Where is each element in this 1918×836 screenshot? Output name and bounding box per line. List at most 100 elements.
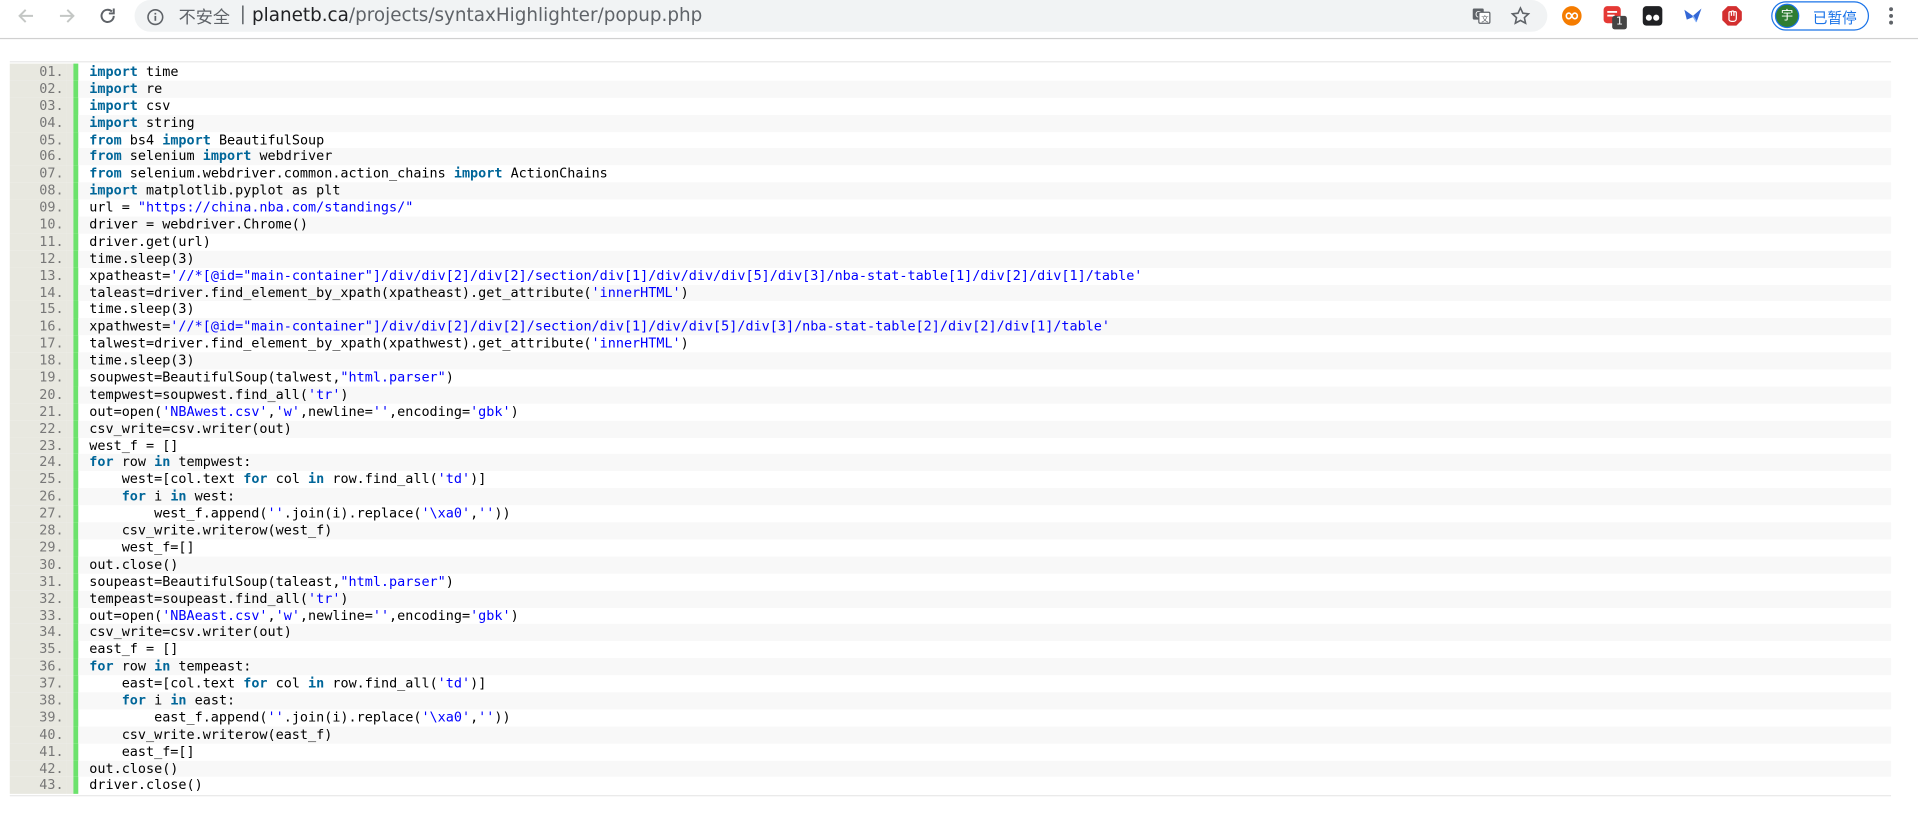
gutter-spacer (66, 726, 74, 744)
gutter-spacer (66, 318, 74, 336)
code-line: 17. talwest=driver.find_element_by_xpath(… (9, 335, 1891, 353)
plain-token: i (146, 488, 171, 505)
code-line: 28. csv_write.writerow(west_f) (9, 522, 1892, 540)
string-token: '' (478, 709, 495, 726)
plain-token: row.find_all( (324, 471, 438, 488)
plain-token: ,newline= (299, 607, 373, 624)
gutter-spacer (66, 80, 74, 98)
code-text: east_f = [] (78, 641, 1891, 658)
string-token: '' (267, 505, 284, 522)
code-text: for i in east: (78, 692, 1892, 710)
string-token: '' (372, 607, 390, 624)
line-number: 03. (9, 97, 67, 115)
string-token: 'td' (437, 471, 471, 488)
infinity-extension-icon[interactable] (1561, 5, 1583, 27)
code-text: import matplotlib.pyplot as plt (78, 182, 1892, 200)
kebab-menu-icon[interactable] (1881, 5, 1901, 27)
gutter-spacer (66, 471, 74, 489)
code-line: 36. for row in tempeast: (9, 658, 1892, 676)
string-token: 'tr' (308, 590, 341, 607)
keyword-token: for (121, 692, 147, 709)
code-text: time.sleep(3) (78, 250, 1892, 268)
code-line: 01. import time (9, 63, 1891, 81)
plain-token: ActionChains (502, 165, 608, 182)
url-text[interactable]: planetb.ca/projects/syntaxHighlighter/po… (252, 4, 702, 26)
string-token: 'NBAeast.csv' (162, 607, 268, 624)
line-number: 43. (9, 777, 67, 795)
gutter-spacer (66, 352, 74, 370)
bookmark-star-icon[interactable] (1509, 5, 1531, 27)
code-text: import re (78, 80, 1892, 98)
plain-token: driver.close() (89, 777, 203, 794)
gutter-spacer (66, 556, 74, 574)
red-extension-icon[interactable]: 1 (1602, 5, 1627, 30)
reload-button[interactable] (93, 2, 122, 29)
plain-token: .join(i).replace( (283, 505, 422, 522)
code-line: 30. out.close() (9, 556, 1892, 574)
adblock-icon[interactable] (1721, 5, 1743, 27)
code-line: 31. soupeast=BeautifulSoup(taleast,"html.… (9, 573, 1891, 591)
line-number: 41. (9, 743, 67, 761)
keyword-token: import (453, 165, 503, 182)
line-number: 23. (9, 437, 67, 455)
code-line: 43. driver.close() (9, 777, 1891, 795)
tampermonkey-icon[interactable] (1642, 5, 1664, 27)
code-text: csv_write=csv.writer(out) (78, 624, 1892, 642)
code-text: west=[col.text for col in row.find_all('… (78, 471, 1891, 488)
keyword-token: in (154, 658, 171, 675)
plain-token: ,encoding= (389, 607, 471, 624)
code-line: 06. from selenium import webdriver (9, 148, 1892, 166)
string-token: '\xa0' (421, 505, 471, 522)
address-bar[interactable]: 不安全 | planetb.ca/projects/syntaxHighligh… (134, 0, 1548, 32)
plain-token: csv_write.writerow(west_f) (89, 522, 333, 539)
code-text: import string (78, 114, 1892, 132)
browser-window: 不安全 | planetb.ca/projects/syntaxHighligh… (0, 0, 1918, 836)
code-line: 41. east_f=[] (9, 743, 1891, 761)
string-token: "html.parser" (340, 573, 446, 590)
code-line: 07. from selenium.webdriver.common.action… (9, 165, 1891, 183)
line-number: 02. (9, 80, 67, 98)
keyword-token: import (89, 63, 138, 80)
code-text: driver.get(url) (78, 234, 1891, 251)
code-line: 33. out=open('NBAeast.csv','w',newline=''… (9, 607, 1891, 625)
line-number: 38. (9, 692, 67, 710)
translate-icon[interactable]: G 文 (1470, 5, 1492, 27)
line-number: 37. (9, 675, 67, 693)
gutter-spacer (66, 505, 74, 523)
gutter-spacer (66, 131, 74, 149)
gutter-spacer (66, 114, 74, 132)
security-status[interactable]: 不安全 (179, 5, 230, 29)
plain-token: csv_write=csv.writer(out) (89, 624, 292, 641)
code-text: soupwest=BeautifulSoup(talwest,"html.par… (78, 369, 1891, 386)
forward-button[interactable] (53, 2, 82, 29)
plain-token: tempwest=soupwest.find_all( (89, 386, 309, 403)
bird-extension-icon[interactable] (1682, 5, 1704, 27)
profile-button[interactable]: 宇龙 已暂停 (1771, 1, 1870, 48)
plain-token: ) (445, 369, 454, 386)
plain-token: re (137, 80, 163, 97)
code-text: for i in west: (78, 488, 1892, 506)
keyword-token: import (202, 148, 252, 165)
string-token: "https://china.nba.com/standings/" (137, 199, 414, 216)
keyword-token: import (162, 131, 211, 148)
string-token: '\xa0' (421, 709, 471, 726)
plain-token: west_f.append( (89, 505, 268, 522)
back-button[interactable] (11, 2, 40, 29)
plain-token: )) (494, 709, 511, 726)
gutter-spacer (66, 539, 74, 557)
code-text: xpathwest='//*[@id="main-container"]/div… (78, 318, 1892, 336)
plain-token: east_f.append( (89, 709, 268, 726)
keyword-token: for (121, 488, 147, 505)
plain-token: row.find_all( (324, 675, 438, 692)
plain-token: time (137, 63, 179, 80)
info-icon[interactable] (147, 7, 164, 30)
line-number: 08. (9, 182, 67, 200)
string-token: 'innerHTML' (591, 284, 681, 301)
keyword-token: in (308, 471, 325, 488)
code-text: taleast=driver.find_element_by_xpath(xpa… (78, 284, 1892, 302)
plain-token: ) (680, 284, 689, 301)
gutter-spacer (66, 760, 74, 778)
gutter-spacer (66, 743, 74, 761)
